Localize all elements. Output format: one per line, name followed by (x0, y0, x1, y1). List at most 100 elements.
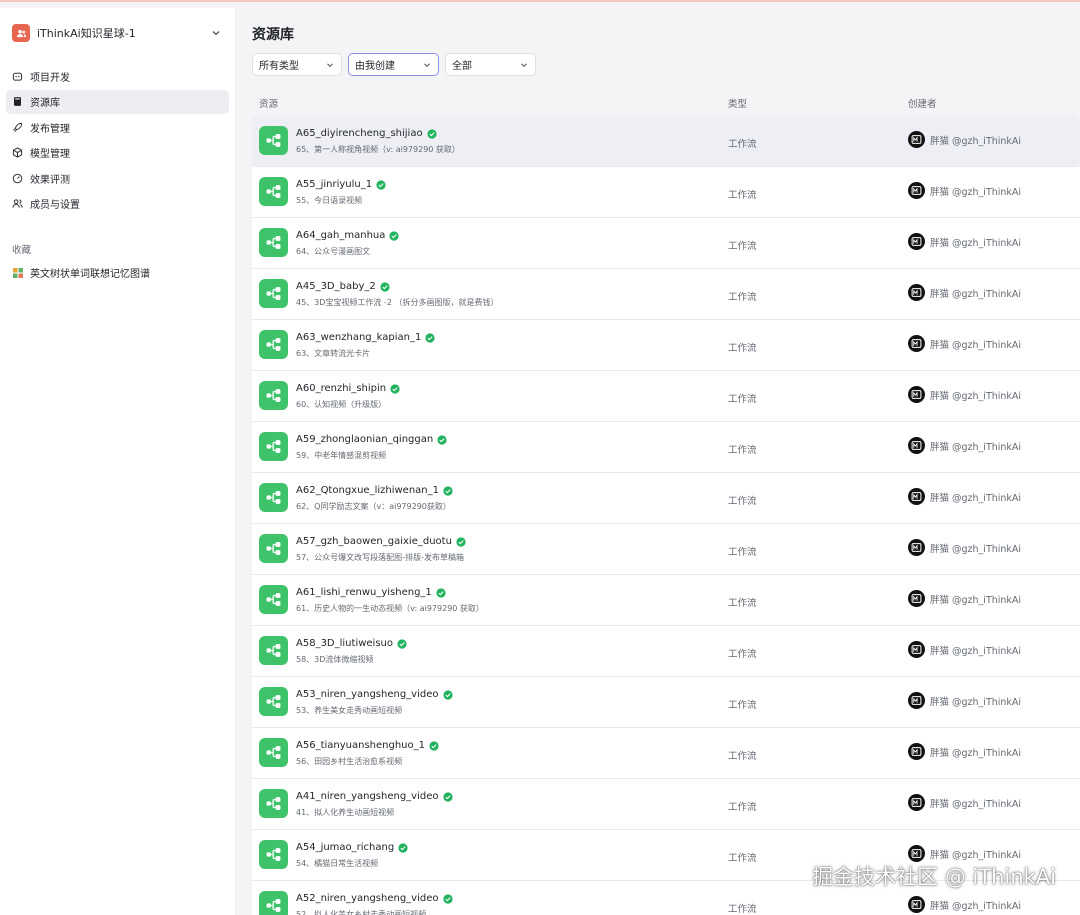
nav-item-models[interactable]: 模型管理 (6, 141, 229, 165)
resource-name-text: A64_gah_manhua (296, 230, 386, 241)
workflow-icon (259, 177, 288, 206)
resource-creator: 胖猫 @gzh_iThinkAi (908, 845, 1021, 862)
resource-name-text: A57_gzh_baowen_gaixie_duotu (296, 536, 452, 547)
top-accent-line (0, 0, 1080, 2)
resource-name: A45_3D_baby_2 (296, 281, 390, 292)
table-row[interactable]: A61_lishi_renwu_yisheng_1 61、历史人物的一生动态视频… (252, 575, 1080, 626)
filter-bar: 所有类型 由我创建 全部 (252, 53, 542, 76)
resource-creator: 胖猫 @gzh_iThinkAi (908, 692, 1021, 709)
nav-item-project-dev[interactable]: 项目开发 (6, 64, 229, 88)
resource-name: A64_gah_manhua (296, 230, 399, 241)
nav-item-resources[interactable]: 资源库 (6, 89, 229, 114)
favorite-item[interactable]: 英文树状单词联想记忆图谱 (6, 262, 229, 284)
resource-creator: 胖猫 @gzh_iThinkAi (908, 284, 1021, 301)
table-row[interactable]: A56_tianyuanshenghuo_1 56、田园乡村生活治愈系视频 工作… (252, 728, 1080, 779)
table-row[interactable]: A63_wenzhang_kapian_1 63、文章转流光卡片 工作流 胖猫 … (252, 320, 1080, 371)
resource-creator: 胖猫 @gzh_iThinkAi (908, 488, 1021, 505)
workflow-icon (259, 126, 288, 155)
table-row[interactable]: A58_3D_liutiweisuo 58、3D流体微缩视频 工作流 胖猫 @g… (252, 626, 1080, 677)
creator-name: 胖猫 @gzh_iThinkAi (930, 849, 1022, 861)
verified-check-icon (425, 332, 435, 343)
resource-name: A56_tianyuanshenghuo_1 (296, 740, 439, 751)
favorites-label: 收藏 (12, 244, 32, 256)
resource-type: 工作流 (728, 751, 757, 762)
nav-item-label: 发布管理 (30, 123, 70, 135)
table-row[interactable]: A64_gah_manhua 64、公众号漫画图文 工作流 胖猫 @gzh_iT… (252, 218, 1080, 269)
resource-name-text: A45_3D_baby_2 (296, 281, 376, 292)
scope-filter-select[interactable]: 全部 (445, 53, 536, 76)
resource-name-text: A62_Qtongxue_lizhiwenan_1 (296, 485, 439, 496)
resource-name: A60_renzhi_shipin (296, 383, 400, 394)
favorite-item-label: 英文树状单词联想记忆图谱 (30, 269, 150, 280)
workflow-icon (259, 534, 288, 563)
resource-creator: 胖猫 @gzh_iThinkAi (908, 641, 1021, 658)
table-row[interactable]: A57_gzh_baowen_gaixie_duotu 57、公众号爆文改写段落… (252, 524, 1080, 575)
resource-name-text: A53_niren_yangsheng_video (296, 689, 439, 700)
workflow-icon (259, 585, 288, 614)
table-row[interactable]: A60_renzhi_shipin 60、认知视频（升级版） 工作流 胖猫 @g… (252, 371, 1080, 422)
verified-check-icon (376, 179, 386, 190)
resource-creator: 胖猫 @gzh_iThinkAi (908, 896, 1021, 913)
creator-filter-select[interactable]: 由我创建 (348, 53, 439, 76)
nav-item-members-settings[interactable]: 成员与设置 (6, 192, 229, 216)
workspace-avatar-icon (12, 24, 30, 42)
watermark: 掘金技术社区 @ iThinkAi (812, 865, 1056, 889)
resource-name-text: A41_niren_yangsheng_video (296, 791, 439, 802)
chevron-down-icon[interactable] (209, 26, 223, 40)
table-row[interactable]: A55_jinriyulu_1 55、今日语录视频 工作流 胖猫 @gzh_iT… (252, 167, 1080, 218)
resource-type: 工作流 (728, 445, 757, 456)
creator-avatar (908, 692, 925, 709)
creator-name: 胖猫 @gzh_iThinkAi (930, 135, 1022, 147)
resource-description: 58、3D流体微缩视频 (296, 655, 374, 664)
nav-item-publish[interactable]: 发布管理 (6, 115, 229, 139)
workflow-icon (259, 636, 288, 665)
table-row[interactable]: A65_diyirencheng_shijiao 65、第一人称视角视频（v: … (252, 116, 1080, 167)
resource-name: A59_zhonglaonian_qinggan (296, 434, 447, 445)
table-row[interactable]: A59_zhonglaonian_qinggan 59、中老年情感混剪视频 工作… (252, 422, 1080, 473)
creator-avatar (908, 437, 925, 454)
resource-name: A41_niren_yangsheng_video (296, 791, 453, 802)
table-row[interactable]: A62_Qtongxue_lizhiwenan_1 62、Q同学励志文案（v：a… (252, 473, 1080, 524)
resource-name: A54_jumao_richang (296, 842, 408, 853)
type-filter-select[interactable]: 所有类型 (252, 53, 342, 76)
workflow-icon (259, 891, 288, 915)
resource-description: 60、认知视频（升级版） (296, 400, 387, 409)
resource-description: 65、第一人称视角视频（v: ai979290 获取） (296, 145, 460, 154)
creator-avatar (908, 335, 925, 352)
verified-check-icon (443, 485, 453, 496)
table-row[interactable]: A45_3D_baby_2 45、3D宝宝视频工作流 -2 （拆分多画图版，就是… (252, 269, 1080, 320)
resource-name: A62_Qtongxue_lizhiwenan_1 (296, 485, 453, 496)
table-row[interactable]: A53_niren_yangsheng_video 53、养生美女走秀动画短视频… (252, 677, 1080, 728)
nav-item-evaluation[interactable]: 效果评测 (6, 166, 229, 190)
gauge-icon (12, 173, 23, 183)
verified-check-icon (389, 230, 399, 241)
resource-list: A65_diyirencheng_shijiao 65、第一人称视角视频（v: … (252, 116, 1080, 915)
creator-name: 胖猫 @gzh_iThinkAi (930, 390, 1022, 402)
nav-item-label: 资源库 (30, 98, 60, 109)
scope-filter-value: 全部 (452, 61, 472, 72)
creator-name: 胖猫 @gzh_iThinkAi (930, 543, 1022, 555)
table-row[interactable]: A41_niren_yangsheng_video 41、拟人化养生动画短视频 … (252, 779, 1080, 830)
resource-creator: 胖猫 @gzh_iThinkAi (908, 590, 1021, 607)
creator-name: 胖猫 @gzh_iThinkAi (930, 798, 1022, 810)
chevron-down-icon (327, 62, 333, 67)
resource-name: A52_niren_yangsheng_video (296, 893, 453, 904)
resource-name-text: A65_diyirencheng_shijiao (296, 128, 423, 139)
workflow-icon (259, 738, 288, 767)
resource-name-text: A63_wenzhang_kapian_1 (296, 332, 422, 343)
nav-item-label: 模型管理 (30, 149, 70, 160)
verified-check-icon (456, 536, 466, 547)
table-header: 资源 类型 创建者 (252, 94, 1080, 114)
resource-name-text: A54_jumao_richang (296, 842, 395, 853)
resource-description: 62、Q同学励志文案（v：ai979290获取） (296, 502, 451, 511)
resource-creator: 胖猫 @gzh_iThinkAi (908, 386, 1021, 403)
resource-type: 工作流 (728, 904, 757, 915)
resource-name: A57_gzh_baowen_gaixie_duotu (296, 536, 466, 547)
creator-avatar (908, 794, 925, 811)
workflow-icon (259, 432, 288, 461)
creator-name: 胖猫 @gzh_iThinkAi (930, 747, 1022, 759)
verified-check-icon (390, 383, 400, 394)
verified-check-icon (397, 638, 407, 649)
creator-avatar (908, 845, 925, 862)
workspace-switcher[interactable]: iThinkAi知识星球-1 (6, 8, 229, 58)
